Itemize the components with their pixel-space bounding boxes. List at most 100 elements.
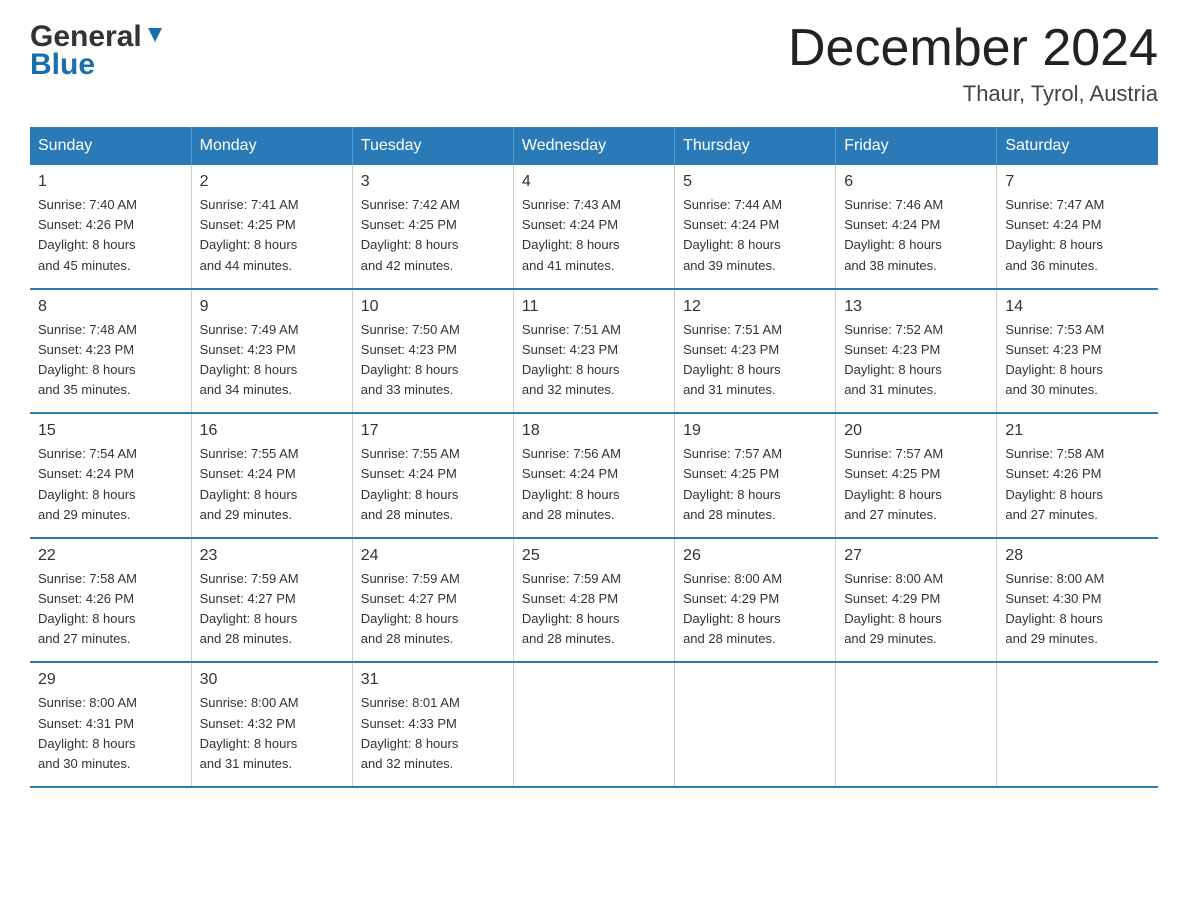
day-info: Sunrise: 7:54 AMSunset: 4:24 PMDaylight:… — [38, 444, 183, 525]
day-number: 9 — [200, 298, 344, 316]
day-info: Sunrise: 7:47 AMSunset: 4:24 PMDaylight:… — [1005, 195, 1150, 276]
weekday-header-saturday: Saturday — [997, 127, 1158, 165]
day-info: Sunrise: 7:59 AMSunset: 4:27 PMDaylight:… — [200, 569, 344, 650]
day-cell: 9 Sunrise: 7:49 AMSunset: 4:23 PMDayligh… — [191, 289, 352, 414]
day-cell: 5 Sunrise: 7:44 AMSunset: 4:24 PMDayligh… — [675, 165, 836, 289]
day-cell: 24 Sunrise: 7:59 AMSunset: 4:27 PMDaylig… — [352, 538, 513, 663]
day-cell: 29 Sunrise: 8:00 AMSunset: 4:31 PMDaylig… — [30, 662, 191, 787]
day-cell: 14 Sunrise: 7:53 AMSunset: 4:23 PMDaylig… — [997, 289, 1158, 414]
day-info: Sunrise: 7:58 AMSunset: 4:26 PMDaylight:… — [38, 569, 183, 650]
day-info: Sunrise: 7:44 AMSunset: 4:24 PMDaylight:… — [683, 195, 827, 276]
day-number: 26 — [683, 547, 827, 565]
day-info: Sunrise: 7:40 AMSunset: 4:26 PMDaylight:… — [38, 195, 183, 276]
day-number: 4 — [522, 173, 666, 191]
title-area: December 2024 Thaur, Tyrol, Austria — [788, 20, 1158, 107]
day-info: Sunrise: 8:00 AMSunset: 4:29 PMDaylight:… — [844, 569, 988, 650]
weekday-header-thursday: Thursday — [675, 127, 836, 165]
day-info: Sunrise: 7:42 AMSunset: 4:25 PMDaylight:… — [361, 195, 505, 276]
day-info: Sunrise: 7:48 AMSunset: 4:23 PMDaylight:… — [38, 320, 183, 401]
day-cell: 30 Sunrise: 8:00 AMSunset: 4:32 PMDaylig… — [191, 662, 352, 787]
day-cell: 1 Sunrise: 7:40 AMSunset: 4:26 PMDayligh… — [30, 165, 191, 289]
day-number: 11 — [522, 298, 666, 316]
day-number: 14 — [1005, 298, 1150, 316]
day-cell: 8 Sunrise: 7:48 AMSunset: 4:23 PMDayligh… — [30, 289, 191, 414]
day-info: Sunrise: 8:00 AMSunset: 4:31 PMDaylight:… — [38, 693, 183, 774]
weekday-header-monday: Monday — [191, 127, 352, 165]
day-number: 23 — [200, 547, 344, 565]
day-number: 18 — [522, 422, 666, 440]
day-info: Sunrise: 7:57 AMSunset: 4:25 PMDaylight:… — [844, 444, 988, 525]
page-header: General Blue December 2024 Thaur, Tyrol,… — [30, 20, 1158, 107]
weekday-header-friday: Friday — [836, 127, 997, 165]
day-info: Sunrise: 7:56 AMSunset: 4:24 PMDaylight:… — [522, 444, 666, 525]
week-row-1: 1 Sunrise: 7:40 AMSunset: 4:26 PMDayligh… — [30, 165, 1158, 289]
calendar-header: SundayMondayTuesdayWednesdayThursdayFrid… — [30, 127, 1158, 165]
day-number: 5 — [683, 173, 827, 191]
day-number: 25 — [522, 547, 666, 565]
day-info: Sunrise: 7:52 AMSunset: 4:23 PMDaylight:… — [844, 320, 988, 401]
day-info: Sunrise: 8:01 AMSunset: 4:33 PMDaylight:… — [361, 693, 505, 774]
day-number: 28 — [1005, 547, 1150, 565]
day-number: 16 — [200, 422, 344, 440]
day-info: Sunrise: 7:49 AMSunset: 4:23 PMDaylight:… — [200, 320, 344, 401]
day-cell: 20 Sunrise: 7:57 AMSunset: 4:25 PMDaylig… — [836, 413, 997, 538]
weekday-header-tuesday: Tuesday — [352, 127, 513, 165]
day-number: 10 — [361, 298, 505, 316]
week-row-4: 22 Sunrise: 7:58 AMSunset: 4:26 PMDaylig… — [30, 538, 1158, 663]
day-number: 20 — [844, 422, 988, 440]
day-cell: 28 Sunrise: 8:00 AMSunset: 4:30 PMDaylig… — [997, 538, 1158, 663]
day-number: 27 — [844, 547, 988, 565]
day-info: Sunrise: 7:51 AMSunset: 4:23 PMDaylight:… — [522, 320, 666, 401]
day-info: Sunrise: 7:41 AMSunset: 4:25 PMDaylight:… — [200, 195, 344, 276]
day-info: Sunrise: 7:50 AMSunset: 4:23 PMDaylight:… — [361, 320, 505, 401]
day-number: 22 — [38, 547, 183, 565]
weekday-header-sunday: Sunday — [30, 127, 191, 165]
day-number: 6 — [844, 173, 988, 191]
day-cell — [513, 662, 674, 787]
day-number: 17 — [361, 422, 505, 440]
weekday-row: SundayMondayTuesdayWednesdayThursdayFrid… — [30, 127, 1158, 165]
day-cell: 19 Sunrise: 7:57 AMSunset: 4:25 PMDaylig… — [675, 413, 836, 538]
day-info: Sunrise: 7:58 AMSunset: 4:26 PMDaylight:… — [1005, 444, 1150, 525]
day-cell: 21 Sunrise: 7:58 AMSunset: 4:26 PMDaylig… — [997, 413, 1158, 538]
location: Thaur, Tyrol, Austria — [788, 81, 1158, 107]
day-cell: 22 Sunrise: 7:58 AMSunset: 4:26 PMDaylig… — [30, 538, 191, 663]
day-cell: 27 Sunrise: 8:00 AMSunset: 4:29 PMDaylig… — [836, 538, 997, 663]
day-info: Sunrise: 8:00 AMSunset: 4:32 PMDaylight:… — [200, 693, 344, 774]
day-cell: 6 Sunrise: 7:46 AMSunset: 4:24 PMDayligh… — [836, 165, 997, 289]
day-cell: 15 Sunrise: 7:54 AMSunset: 4:24 PMDaylig… — [30, 413, 191, 538]
day-number: 2 — [200, 173, 344, 191]
day-number: 24 — [361, 547, 505, 565]
month-title: December 2024 — [788, 20, 1158, 77]
week-row-3: 15 Sunrise: 7:54 AMSunset: 4:24 PMDaylig… — [30, 413, 1158, 538]
day-cell: 13 Sunrise: 7:52 AMSunset: 4:23 PMDaylig… — [836, 289, 997, 414]
day-number: 12 — [683, 298, 827, 316]
day-number: 19 — [683, 422, 827, 440]
day-cell: 18 Sunrise: 7:56 AMSunset: 4:24 PMDaylig… — [513, 413, 674, 538]
day-info: Sunrise: 7:59 AMSunset: 4:28 PMDaylight:… — [522, 569, 666, 650]
day-info: Sunrise: 8:00 AMSunset: 4:30 PMDaylight:… — [1005, 569, 1150, 650]
day-info: Sunrise: 7:53 AMSunset: 4:23 PMDaylight:… — [1005, 320, 1150, 401]
day-cell: 25 Sunrise: 7:59 AMSunset: 4:28 PMDaylig… — [513, 538, 674, 663]
day-cell: 26 Sunrise: 8:00 AMSunset: 4:29 PMDaylig… — [675, 538, 836, 663]
day-number: 31 — [361, 671, 505, 689]
day-number: 21 — [1005, 422, 1150, 440]
day-number: 29 — [38, 671, 183, 689]
day-info: Sunrise: 7:59 AMSunset: 4:27 PMDaylight:… — [361, 569, 505, 650]
day-info: Sunrise: 8:00 AMSunset: 4:29 PMDaylight:… — [683, 569, 827, 650]
day-number: 3 — [361, 173, 505, 191]
logo-triangle-icon — [144, 24, 166, 46]
day-cell — [997, 662, 1158, 787]
day-info: Sunrise: 7:51 AMSunset: 4:23 PMDaylight:… — [683, 320, 827, 401]
calendar-body: 1 Sunrise: 7:40 AMSunset: 4:26 PMDayligh… — [30, 165, 1158, 787]
week-row-5: 29 Sunrise: 8:00 AMSunset: 4:31 PMDaylig… — [30, 662, 1158, 787]
day-number: 1 — [38, 173, 183, 191]
day-cell: 16 Sunrise: 7:55 AMSunset: 4:24 PMDaylig… — [191, 413, 352, 538]
day-cell: 23 Sunrise: 7:59 AMSunset: 4:27 PMDaylig… — [191, 538, 352, 663]
day-info: Sunrise: 7:57 AMSunset: 4:25 PMDaylight:… — [683, 444, 827, 525]
day-cell: 2 Sunrise: 7:41 AMSunset: 4:25 PMDayligh… — [191, 165, 352, 289]
day-info: Sunrise: 7:55 AMSunset: 4:24 PMDaylight:… — [200, 444, 344, 525]
day-number: 8 — [38, 298, 183, 316]
logo-blue: Blue — [30, 48, 95, 82]
day-info: Sunrise: 7:46 AMSunset: 4:24 PMDaylight:… — [844, 195, 988, 276]
